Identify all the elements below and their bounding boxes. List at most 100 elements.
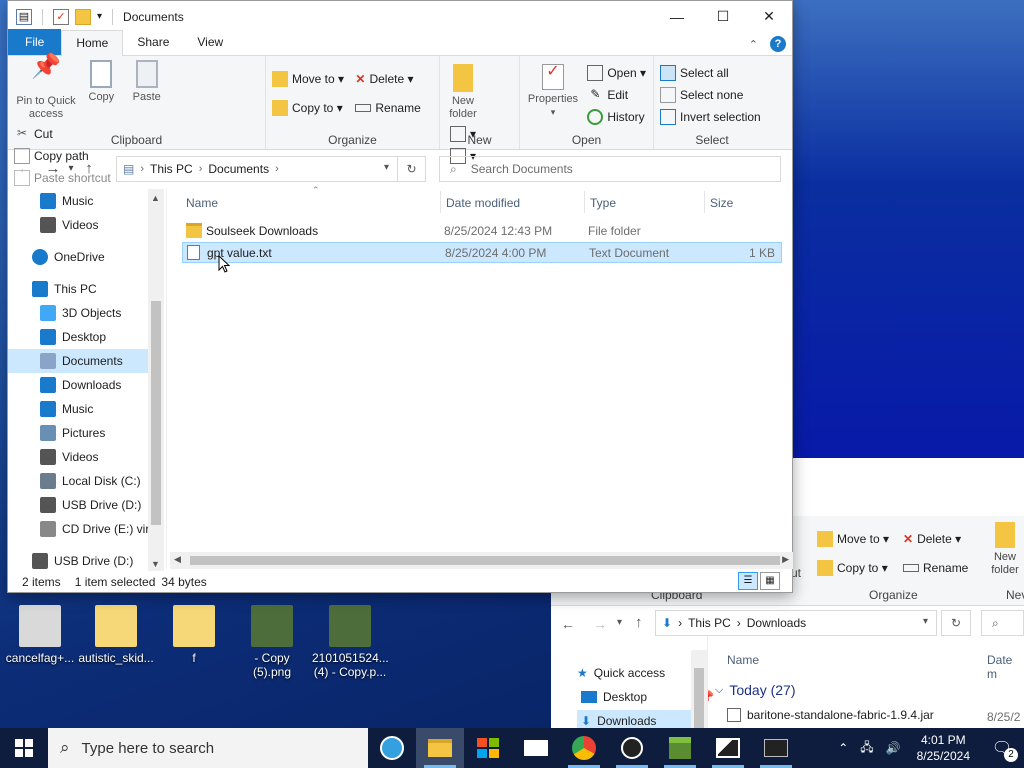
checkmark-icon[interactable]: ✓ <box>53 8 69 25</box>
back-button[interactable]: ← <box>14 160 36 177</box>
navigation-pane[interactable]: Music Videos OneDrive This PC 3D Objects Desk… <box>8 189 164 571</box>
scroll-right-icon[interactable]: ▶ <box>782 554 789 565</box>
recent-locations-icon[interactable]: ▾ <box>64 163 78 174</box>
desktop-icon-item[interactable]: f <box>156 605 232 665</box>
history-button[interactable]: History <box>587 106 646 128</box>
quick-access-item[interactable]: ★ Quick access <box>577 666 665 680</box>
scroll-up-icon[interactable]: ▲ <box>151 193 160 203</box>
group-header-today[interactable]: ⌵ Today (27) <box>715 682 796 698</box>
nav-item-this-pc[interactable]: This PC <box>8 277 154 301</box>
tab-share[interactable]: Share <box>123 30 183 55</box>
file-row[interactable]: Soulseek Downloads 8/25/2024 12:43 PM File… <box>182 221 782 242</box>
open-button[interactable]: Open ▾ <box>587 62 646 84</box>
close-button[interactable]: ✕ <box>746 1 792 32</box>
title-bar[interactable]: ▤ ✓ ▾ Documents — ☐ ✕ <box>8 1 792 32</box>
breadcrumb-documents[interactable]: Documents <box>208 162 269 176</box>
file-row[interactable]: baritone-standalone-fabric-1.9.4.jar <box>727 708 934 722</box>
obs-app-icon[interactable] <box>608 728 656 768</box>
scroll-down-icon[interactable]: ▼ <box>151 559 160 569</box>
desktop-icon-item[interactable]: cancelfag+... <box>2 605 78 665</box>
type-column-header[interactable]: Type <box>590 189 616 217</box>
new-folder-quick-icon[interactable] <box>75 8 91 25</box>
new-folder-button[interactable]: New folder <box>446 64 480 121</box>
paste-button[interactable]: Paste <box>125 60 169 104</box>
scroll-left-icon[interactable]: ◀ <box>174 554 181 565</box>
nav-item-onedrive[interactable]: OneDrive <box>8 245 154 269</box>
address-bar[interactable]: ▤ › This PC › Documents › ▾ ↻ <box>116 156 426 182</box>
nav-item-local-disk-c[interactable]: Local Disk (C:) <box>8 469 154 493</box>
nav-item-music[interactable]: Music <box>8 397 154 421</box>
file-list[interactable]: Name ⌃ Date modified Type Size Soulseek … <box>178 185 783 559</box>
move-to-button[interactable]: Move to ▾ <box>817 528 889 550</box>
help-icon[interactable]: ? <box>770 36 786 52</box>
tab-view[interactable]: View <box>183 30 237 55</box>
notifications-button[interactable]: 🗨 2 <box>980 728 1024 768</box>
large-icons-view-button[interactable]: ▦ <box>760 572 780 590</box>
chevron-up-icon[interactable]: ⌃ <box>838 741 848 755</box>
navigation-pane-scrollbar[interactable]: ▲ ▼ <box>148 189 164 571</box>
breadcrumb-this-pc[interactable]: This PC <box>150 162 193 176</box>
pin-to-quick-access-button[interactable]: 📌 Pin to Quick access <box>14 55 78 121</box>
date-column-header[interactable]: Date m <box>987 653 1024 681</box>
search-box[interactable]: ⌕ Search Documents <box>439 156 781 182</box>
clock[interactable]: 4:01 PM 8/25/2024 <box>917 732 970 764</box>
desktop-icon-item[interactable]: - Copy (5).png <box>234 605 310 679</box>
vertical-scrollbar[interactable] <box>691 650 707 728</box>
search-icon[interactable]: ⌕ <box>981 610 1024 636</box>
file-explorer-app-icon[interactable] <box>416 728 464 768</box>
address-dropdown-icon[interactable]: ▾ <box>384 162 389 173</box>
nav-item-usb-drive-d[interactable]: USB Drive (D:) <box>8 493 154 517</box>
forward-button[interactable]: → <box>593 616 607 632</box>
properties-quick-icon[interactable]: ▤ <box>16 8 32 25</box>
desktop-icon-item[interactable]: 2101051524... (4) - Copy.p... <box>312 605 389 679</box>
nav-item-documents[interactable]: Documents <box>8 349 154 373</box>
nav-item-music[interactable]: Music <box>8 189 154 213</box>
rename-button[interactable]: Rename <box>903 557 968 579</box>
tab-file[interactable]: File <box>8 29 62 55</box>
nav-item-desktop[interactable]: Desktop <box>8 325 154 349</box>
select-none-button[interactable]: Select none <box>660 84 761 106</box>
customize-quick-access-icon[interactable]: ▾ <box>97 11 102 22</box>
recent-dropdown[interactable]: ▾ <box>617 617 622 628</box>
tab-home[interactable]: Home <box>61 30 124 56</box>
nav-item-usb-drive-d[interactable]: USB Drive (D:) <box>8 549 154 571</box>
maximize-button[interactable]: ☐ <box>700 1 746 32</box>
up-button[interactable]: ↑ <box>635 614 643 631</box>
copy-button[interactable]: Copy <box>81 60 121 104</box>
copy-to-button[interactable]: Copy to ▾ <box>272 97 344 119</box>
nav-item-videos[interactable]: Videos <box>8 445 154 469</box>
delete-button[interactable]: ✕ Delete ▾ <box>355 68 420 90</box>
minimize-button[interactable]: — <box>654 1 700 32</box>
downloads-address-bar[interactable]: ⬇ › This PC › Downloads ▾ <box>655 610 937 636</box>
chrome-app-icon[interactable] <box>560 728 608 768</box>
minecraft-app-icon[interactable] <box>656 728 704 768</box>
taskbar-search-box[interactable]: ⌕ Type here to search <box>48 728 368 768</box>
details-view-button[interactable]: ☰ <box>738 572 758 590</box>
name-column-header[interactable]: Name <box>727 653 759 667</box>
microsoft-store-app-icon[interactable] <box>464 728 512 768</box>
horizontal-scrollbar[interactable]: ◀ ▶ <box>170 552 793 569</box>
photos-app-icon[interactable] <box>704 728 752 768</box>
terminal-app-icon[interactable] <box>752 728 800 768</box>
chevron-down-icon[interactable]: ▾ <box>923 616 928 627</box>
select-all-button[interactable]: Select all <box>660 62 761 84</box>
collapse-ribbon-icon[interactable]: ⌃ <box>749 38 758 51</box>
rename-button[interactable]: Rename <box>355 97 421 119</box>
network-icon[interactable]: 🖧 <box>860 738 873 759</box>
invert-selection-button[interactable]: Invert selection <box>660 106 761 128</box>
nav-item-videos[interactable]: Videos <box>8 213 154 237</box>
breadcrumb-this-pc[interactable]: This PC <box>688 616 731 630</box>
copy-to-button[interactable]: Copy to ▾ <box>817 557 889 579</box>
up-button[interactable]: ↑ <box>78 160 100 177</box>
documents-explorer-window[interactable]: ▤ ✓ ▾ Documents — ☐ ✕ File Home Share Vi… <box>7 0 793 593</box>
nav-item-3d-objects[interactable]: 3D Objects <box>8 301 154 325</box>
volume-icon[interactable]: 🔊 <box>886 741 901 755</box>
desktop-icon-item[interactable]: autistic_skid... <box>78 605 154 665</box>
refresh-button[interactable]: ↻ <box>397 157 425 181</box>
date-column-header[interactable]: Date modified <box>446 189 520 217</box>
move-to-button[interactable]: Move to ▾ <box>272 68 344 90</box>
nav-item-downloads[interactable]: Downloads <box>8 373 154 397</box>
cortana-app-icon[interactable] <box>368 728 416 768</box>
refresh-button[interactable]: ↻ <box>941 610 971 636</box>
name-column-header[interactable]: Name <box>186 189 218 217</box>
